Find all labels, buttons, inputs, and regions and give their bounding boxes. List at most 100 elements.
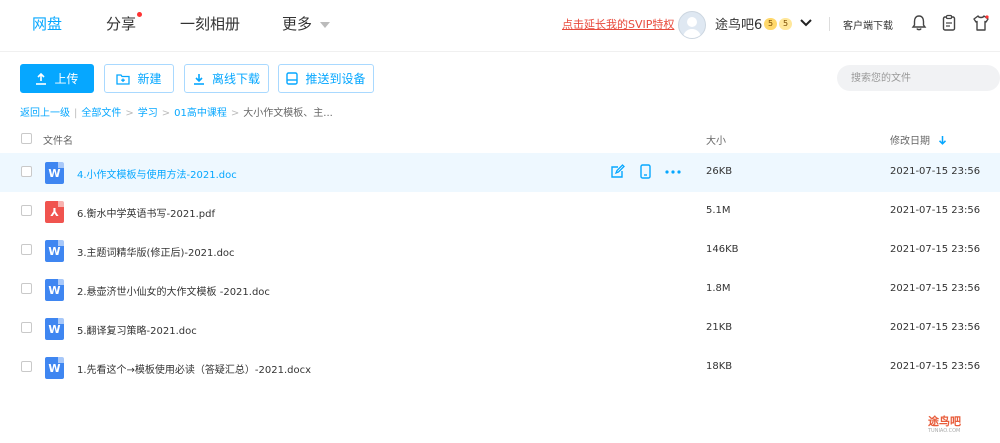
file-size: 146KB	[706, 244, 739, 255]
push-to-device-label: 推送到设备	[305, 72, 366, 86]
breadcrumb-back[interactable]: 返回上一级	[20, 108, 70, 119]
nav-tab-netdisk[interactable]: 网盘	[32, 0, 62, 48]
nav-tab-label: 更多	[282, 15, 313, 33]
file-size: 1.8M	[706, 283, 731, 294]
client-download-link[interactable]: 客户端下载	[843, 17, 893, 32]
file-name[interactable]: 6.衡水中学英语书写-2021.pdf	[77, 205, 215, 220]
word-file-icon: W	[45, 318, 64, 340]
upload-icon	[36, 72, 47, 85]
bell-icon[interactable]	[910, 14, 928, 32]
file-modified-date: 2021-07-15 23:56	[890, 244, 981, 255]
breadcrumb-separator: >	[161, 108, 171, 119]
breadcrumb-current: 大小作文模板、主...	[243, 108, 333, 119]
notification-dot	[137, 12, 143, 17]
chevron-down-icon[interactable]	[800, 18, 812, 28]
file-modified-date: 2021-07-15 23:56	[890, 361, 981, 372]
avatar[interactable]	[678, 11, 706, 39]
table-row[interactable]: W 1.先看这个→模板使用必读（答疑汇总）-2021.docx 18KB 2021-0…	[0, 348, 1000, 387]
file-size: 5.1M	[706, 205, 731, 216]
file-icon-glyph: W	[48, 245, 61, 258]
word-file-icon: W	[45, 240, 64, 262]
column-header-modified-label: 修改日期	[890, 136, 930, 147]
more-options-icon[interactable]	[665, 170, 681, 174]
offline-download-button[interactable]: 离线下载	[184, 64, 269, 93]
row-checkbox[interactable]	[21, 283, 32, 294]
file-size: 21KB	[706, 322, 733, 333]
file-modified-date: 2021-07-15 23:56	[890, 205, 981, 216]
table-row[interactable]: W 3.主题词精华版(修正后)-2021.doc 146KB 2021-07-15 2…	[0, 231, 1000, 270]
clipboard-icon[interactable]	[940, 14, 958, 32]
file-name[interactable]: 4.小作文模板与使用方法-2021.doc	[77, 166, 237, 181]
file-modified-date: 2021-07-15 23:56	[890, 322, 981, 333]
column-header-name[interactable]: 文件名	[43, 132, 73, 147]
table-header: 文件名 大小 修改日期	[0, 124, 1000, 153]
row-checkbox[interactable]	[21, 322, 32, 333]
select-all-checkbox[interactable]	[21, 133, 32, 144]
nav-tab-share[interactable]: 分享	[106, 0, 143, 48]
table-row[interactable]: ⅄ 6.衡水中学英语书写-2021.pdf 5.1M 2021-07-15 23:56	[0, 192, 1000, 231]
file-name[interactable]: 5.翻译复习策略-2021.doc	[77, 322, 197, 337]
edit-icon[interactable]	[610, 164, 625, 179]
nav-tab-label: 分享	[106, 15, 137, 33]
row-checkbox[interactable]	[21, 361, 32, 372]
column-header-modified[interactable]: 修改日期	[890, 132, 947, 147]
file-icon-glyph: W	[48, 323, 61, 336]
table-row[interactable]: W 4.小作文模板与使用方法-2021.doc 26KB 2021-07-15 23:…	[0, 153, 1000, 192]
new-folder-button[interactable]: 新建	[104, 64, 174, 93]
table-row[interactable]: W 2.悬壶济世小仙女的大作文模板 -2021.doc 1.8M 2021-07-15…	[0, 270, 1000, 309]
breadcrumb-separator: |	[74, 108, 78, 119]
divider	[829, 17, 830, 31]
breadcrumb-separator: >	[230, 108, 240, 119]
search-input[interactable]	[837, 65, 1000, 91]
file-modified-date: 2021-07-15 23:56	[890, 166, 981, 177]
top-bar: 网盘 分享 一刻相册 更多 点击延长我的SVIP特权 途鸟吧6 5 5 客户端下…	[0, 0, 1000, 52]
watermark-text: 途鸟吧	[928, 415, 961, 428]
download-icon	[193, 73, 204, 85]
nav-tab-album[interactable]: 一刻相册	[180, 0, 240, 48]
chevron-down-icon	[320, 21, 331, 28]
offline-download-label: 离线下载	[211, 72, 260, 86]
file-modified-date: 2021-07-15 23:56	[890, 283, 981, 294]
push-to-device-button[interactable]: 推送到设备	[278, 64, 374, 93]
sort-down-arrow-icon[interactable]	[938, 135, 947, 145]
column-header-size[interactable]: 大小	[706, 132, 726, 147]
row-checkbox[interactable]	[21, 166, 32, 177]
word-file-icon: W	[45, 279, 64, 301]
vip-level-badge: 5	[764, 18, 778, 30]
upload-label: 上传	[54, 72, 79, 86]
username[interactable]: 途鸟吧6	[715, 14, 762, 33]
device-icon	[286, 72, 299, 85]
word-file-icon: W	[45, 162, 64, 184]
file-size: 26KB	[706, 166, 733, 177]
send-to-phone-icon[interactable]	[639, 164, 652, 179]
breadcrumb-all-files[interactable]: 全部文件	[81, 108, 121, 119]
file-name[interactable]: 1.先看这个→模板使用必读（答疑汇总）-2021.docx	[77, 361, 311, 376]
new-label: 新建	[137, 72, 162, 86]
upload-button[interactable]: 上传	[20, 64, 94, 93]
nav-tab-label: 一刻相册	[180, 15, 241, 33]
nav-tab-label: 网盘	[32, 15, 63, 33]
pdf-file-icon: ⅄	[45, 201, 64, 223]
tshirt-icon[interactable]	[972, 14, 990, 32]
file-name[interactable]: 3.主题词精华版(修正后)-2021.doc	[77, 244, 235, 259]
file-icon-glyph: W	[48, 167, 61, 180]
file-icon-glyph: ⅄	[50, 206, 59, 219]
file-name[interactable]: 2.悬壶济世小仙女的大作文模板 -2021.doc	[77, 283, 270, 298]
breadcrumb-level1[interactable]: 学习	[138, 108, 158, 119]
nav-tab-more[interactable]: 更多	[282, 0, 331, 48]
breadcrumb: 返回上一级 | 全部文件 > 学习 >01高中课程 > 大小作文模板、主...	[20, 104, 333, 119]
watermark-subtext: TUNIAO.COM	[928, 428, 961, 434]
row-checkbox[interactable]	[21, 244, 32, 255]
svip-level-badge: 5	[779, 18, 793, 30]
file-icon-glyph: W	[48, 362, 61, 375]
word-file-icon: W	[45, 357, 64, 379]
file-size: 18KB	[706, 361, 733, 372]
watermark-logo: 途鸟吧 TUNIAO.COM	[928, 413, 961, 434]
svip-link[interactable]: 点击延长我的SVIP特权	[562, 16, 674, 32]
breadcrumb-level2[interactable]: 01高中课程	[174, 108, 227, 119]
breadcrumb-separator: >	[125, 108, 134, 119]
table-row[interactable]: W 5.翻译复习策略-2021.doc 21KB 2021-07-15 23:56	[0, 309, 1000, 348]
row-checkbox[interactable]	[21, 205, 32, 216]
new-folder-icon	[116, 73, 131, 85]
file-icon-glyph: W	[48, 284, 61, 297]
